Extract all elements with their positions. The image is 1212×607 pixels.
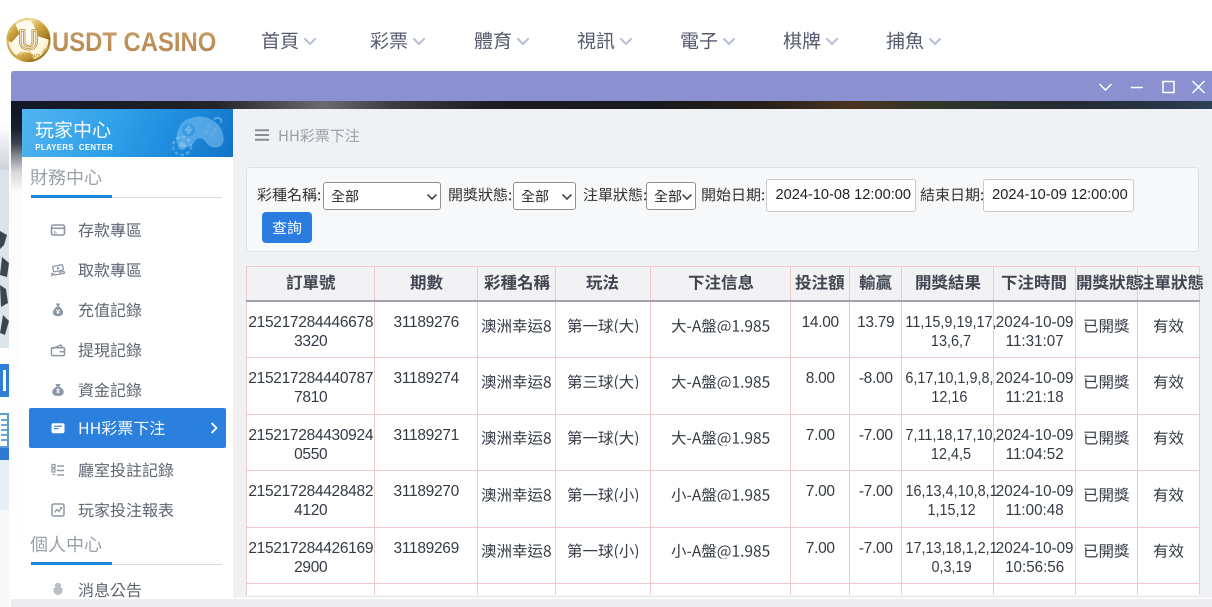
svg-text:U: U: [19, 25, 39, 55]
